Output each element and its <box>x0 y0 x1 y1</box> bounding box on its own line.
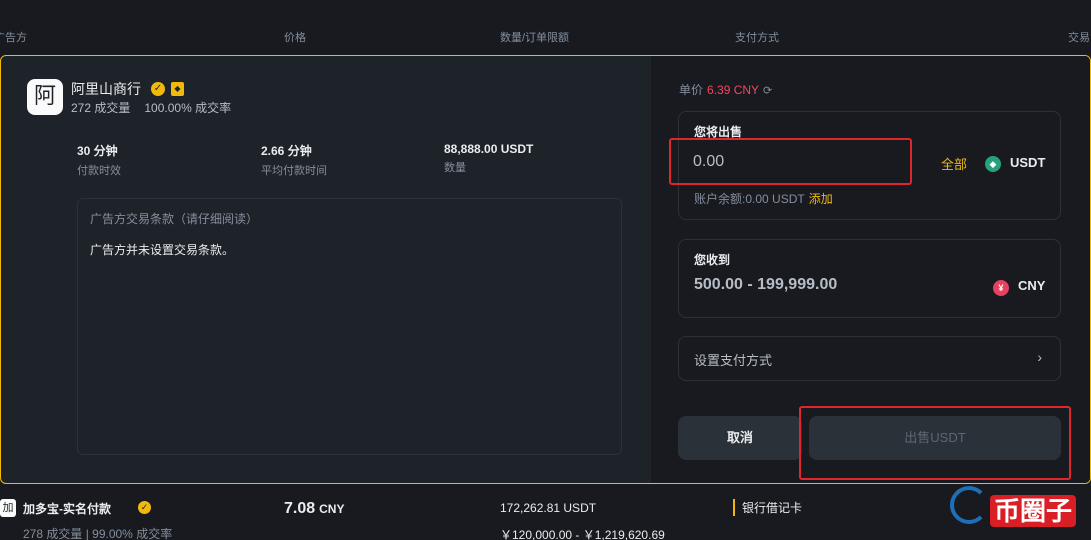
receive-amount-box: 您收到 500.00 - 199,999.00 ¥ CNY <box>678 239 1061 318</box>
table-header: 广告方 价格 数量/订单限额 支付方式 交易 <box>0 0 1091 55</box>
row-quantity: 172,262.81 USDT <box>500 501 597 515</box>
payment-method-label: 设置支付方式 <box>694 353 773 368</box>
cancel-button[interactable]: 取消 <box>678 416 802 460</box>
sell-amount-input[interactable] <box>693 149 913 175</box>
merchant-name[interactable]: 阿里山商行 <box>71 79 141 99</box>
row-payment-method: 银行借记卡 <box>733 499 802 516</box>
unit-price-value: 6.39 CNY <box>707 83 760 97</box>
order-panel: 阿 阿里山商行 ✓ ◆ 272 成交量 100.00% 成交率 30 分钟 付款时… <box>0 55 1091 484</box>
stat-value: 88,888.00 USDT <box>444 142 534 156</box>
verified-icon: ✓ <box>151 82 165 96</box>
stat-value: 2.66 分钟 <box>261 144 312 158</box>
watermark-logo: 币圈子 <box>948 484 1091 540</box>
merchant-stats: 272 成交量 100.00% 成交率 <box>71 99 231 116</box>
stat-payment-window: 30 分钟 付款时效 <box>77 142 121 178</box>
stat-label: 数量 <box>444 162 466 174</box>
row-merchant-stats: 278 成交量 | 99.00% 成交率 <box>23 527 173 540</box>
add-funds-link[interactable]: 添加 <box>809 192 833 206</box>
merchant-orders: 272 成交量 <box>71 101 131 115</box>
table-row: 加 加多宝-实名付款 ✓ 278 成交量 | 99.00% 成交率 7.08 CN… <box>0 484 1091 540</box>
receive-coin: CNY <box>1018 278 1046 293</box>
balance-text: 账户余额:0.00 USDT <box>694 192 805 206</box>
stat-label: 平均付款时间 <box>261 165 327 177</box>
header-trade: 交易 <box>1068 32 1090 44</box>
row-price-currency: CNY <box>319 502 345 516</box>
header-payment: 支付方式 <box>735 32 779 44</box>
tether-icon: ◆ <box>985 156 1001 172</box>
order-form: 单价6.39 CNY⟳ 您将出售 全部 ◆ USDT 账户余额:0.00 USD… <box>651 56 1090 483</box>
stat-avg-payment-time: 2.66 分钟 平均付款时间 <box>261 142 327 178</box>
header-advertiser: 广告方 <box>0 32 27 44</box>
watermark-text: 币圈子 <box>990 495 1077 527</box>
merchant-shield-icon: ◆ <box>171 82 184 96</box>
header-price: 价格 <box>284 32 306 44</box>
row-price-value: 7.08 <box>284 500 316 517</box>
row-limit: ￥120,000.00 - ￥1,219,620.69 <box>500 528 665 540</box>
unit-price-label: 单价 <box>679 83 704 97</box>
row-orders: 278 成交量 <box>23 527 83 540</box>
row-price: 7.08 CNY <box>284 500 344 518</box>
watermark-ring-icon <box>950 486 988 524</box>
sell-label: 您将出售 <box>694 125 743 139</box>
yuan-icon: ¥ <box>993 280 1009 296</box>
stat-value: 30 分钟 <box>77 144 118 158</box>
sell-coin: USDT <box>1010 155 1046 170</box>
all-button[interactable]: 全部 <box>941 154 967 173</box>
terms-box: 广告方交易条款（请仔细阅读） 广告方并未设置交易条款。 <box>77 198 622 455</box>
merchant-completion: 100.00% 成交率 <box>144 101 232 115</box>
receive-label: 您收到 <box>694 253 731 267</box>
terms-title: 广告方交易条款（请仔细阅读） <box>90 212 259 226</box>
chevron-right-icon: › <box>1037 349 1042 365</box>
row-avatar: 加 <box>0 499 16 517</box>
verified-icon: ✓ <box>138 501 151 514</box>
merchant-info: 阿 阿里山商行 ✓ ◆ 272 成交量 100.00% 成交率 30 分钟 付款时… <box>1 56 651 483</box>
payment-method-selector[interactable]: 设置支付方式 › <box>678 336 1061 381</box>
sell-amount-box: 您将出售 全部 ◆ USDT 账户余额:0.00 USDT 添加 <box>678 111 1061 220</box>
row-completion: 99.00% 成交率 <box>92 527 173 540</box>
stat-quantity: 88,888.00 USDT 数量 <box>444 142 533 175</box>
stat-label: 付款时效 <box>77 165 121 177</box>
account-balance: 账户余额:0.00 USDT 添加 <box>694 190 833 207</box>
sell-usdt-button[interactable]: 出售USDT <box>809 416 1061 460</box>
refresh-icon[interactable]: ⟳ <box>763 85 772 97</box>
unit-price: 单价 6.39 CNY ⟳ <box>679 81 772 98</box>
row-merchant-name[interactable]: 加多宝-实名付款 <box>23 500 111 517</box>
header-quantity-limit: 数量/订单限额 <box>500 32 570 44</box>
terms-body: 广告方并未设置交易条款。 <box>90 243 235 257</box>
merchant-avatar: 阿 <box>27 79 63 115</box>
receive-range[interactable]: 500.00 - 199,999.00 <box>694 276 837 294</box>
